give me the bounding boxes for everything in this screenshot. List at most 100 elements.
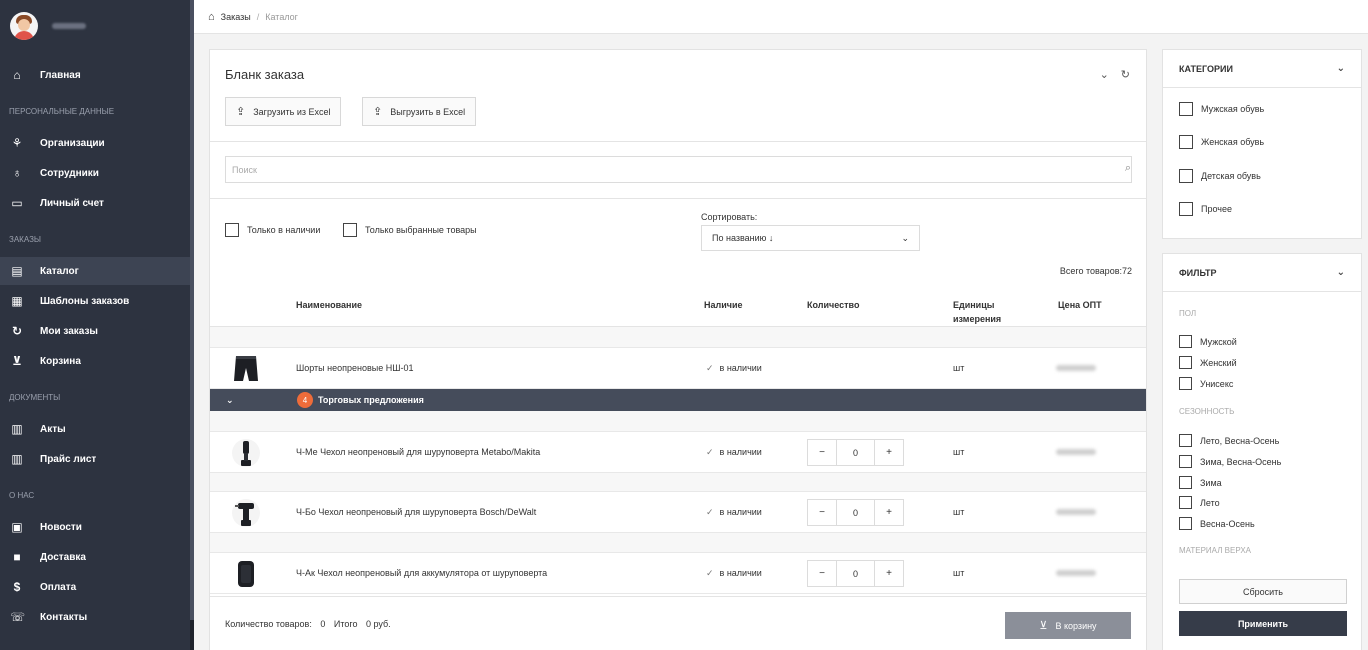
checkbox-box[interactable]: [1179, 356, 1192, 369]
sort-select[interactable]: По названию ↓ ⌄: [701, 225, 920, 251]
breadcrumb-separator: /: [256, 11, 260, 22]
categories-header[interactable]: КАТЕГОРИИ ⌄: [1163, 50, 1361, 88]
download-excel-button[interactable]: ⇪ Выгрузить в Excel: [362, 97, 477, 126]
table-row[interactable]: Шорты неопреновые НШ-01 ✓ в наличии шт: [210, 347, 1146, 389]
quantity-value[interactable]: 0: [836, 500, 875, 525]
quantity-value[interactable]: 0: [836, 561, 875, 586]
filter-item[interactable]: Лето, Весна-Осень: [1179, 434, 1279, 447]
only-in-stock-checkbox[interactable]: Только в наличии: [225, 223, 320, 237]
sidebar-item-label: Шаблоны заказов: [40, 295, 130, 307]
quantity-stepper[interactable]: − 0 +: [807, 499, 904, 526]
sidebar-item-delivery[interactable]: ■ Доставка: [0, 543, 190, 571]
checkbox-box[interactable]: [1179, 434, 1192, 447]
filter-item[interactable]: Весна-Осень: [1179, 517, 1255, 530]
checkbox-box[interactable]: [1179, 517, 1192, 530]
decrement-button[interactable]: −: [808, 440, 836, 465]
decrement-button[interactable]: −: [808, 500, 836, 525]
check-icon: ✓: [706, 447, 714, 457]
home-icon[interactable]: ⌂: [208, 11, 215, 23]
filter-item[interactable]: Зима: [1179, 476, 1222, 489]
breadcrumb-orders[interactable]: Заказы: [221, 12, 251, 22]
checkbox-box[interactable]: [343, 223, 357, 237]
price-blurred: [1056, 509, 1096, 515]
decrement-button[interactable]: −: [808, 561, 836, 586]
upload-excel-button[interactable]: ⇪ Загрузить из Excel: [225, 97, 342, 126]
sidebar-item-organizations[interactable]: ⚘ Организации: [0, 129, 190, 157]
product-name[interactable]: Шорты неопреновые НШ-01: [296, 363, 414, 373]
table-row[interactable]: Ч-Ак Чехол неопреновый для аккумулятора …: [210, 552, 1146, 594]
sidebar-item-news[interactable]: ▣ Новости: [0, 513, 190, 541]
quantity-value[interactable]: 0: [836, 440, 875, 465]
offers-toggle-bar[interactable]: ⌄ 4 Торговых предложения: [210, 389, 1146, 411]
phone-icon: ☏: [10, 610, 26, 624]
table-row[interactable]: Ч-Ме Чехол неопреновый для шуруповерта M…: [210, 431, 1146, 473]
increment-button[interactable]: +: [875, 440, 903, 465]
divider: [210, 141, 1146, 142]
sidebar-item-payment[interactable]: $ Оплата: [0, 573, 190, 601]
filter-item[interactable]: Лето: [1179, 496, 1220, 509]
total-label: Итого: [333, 619, 358, 629]
filter-item[interactable]: Женский: [1179, 356, 1237, 369]
checkbox-box[interactable]: [1179, 169, 1193, 183]
category-item[interactable]: Мужская обувь: [1179, 102, 1264, 116]
sidebar-item-acts[interactable]: ▥ Акты: [0, 415, 190, 443]
sidebar-section-personal: ПЕРСОНАЛЬНЫЕ ДАННЫЕ: [9, 107, 115, 116]
sidebar-item-home[interactable]: ⌂ Главная: [0, 61, 190, 89]
sidebar-item-catalog[interactable]: ▤ Каталог: [0, 257, 190, 285]
checkbox-box[interactable]: [1179, 202, 1193, 216]
product-name[interactable]: Ч-Ак Чехол неопреновый для аккумулятора …: [296, 568, 547, 578]
sidebar-item-label: Прайс лист: [40, 453, 97, 465]
add-to-cart-button[interactable]: ⊻ В корзину: [1005, 612, 1131, 639]
sidebar-item-cart[interactable]: ⊻ Корзина: [0, 347, 190, 375]
table-row[interactable]: Ч-Бо Чехол неопреновый для шуруповерта B…: [210, 491, 1146, 533]
chevron-down-icon[interactable]: ⌄: [1100, 68, 1109, 81]
product-name[interactable]: Ч-Бо Чехол неопреновый для шуруповерта B…: [296, 507, 536, 517]
filter-item[interactable]: Унисекс: [1179, 377, 1233, 390]
filter-actions: Сбросить Применить: [1162, 564, 1362, 650]
category-item[interactable]: Детская обувь: [1179, 169, 1261, 183]
sidebar-item-employees[interactable]: ♁ Сотрудники: [0, 159, 190, 187]
checkbox-box[interactable]: [1179, 476, 1192, 489]
quantity-stepper[interactable]: − 0 +: [807, 560, 904, 587]
category-item[interactable]: Прочее: [1179, 202, 1232, 216]
reset-button[interactable]: Сбросить: [1179, 579, 1347, 604]
checkbox-box[interactable]: [1179, 496, 1192, 509]
sidebar-scrollbar[interactable]: [190, 0, 194, 650]
chevron-down-icon[interactable]: ⌄: [226, 395, 234, 406]
apply-button[interactable]: Применить: [1179, 611, 1347, 636]
checkbox-box[interactable]: [1179, 135, 1193, 149]
filter-item[interactable]: Мужской: [1179, 335, 1237, 348]
checkbox-box[interactable]: [1179, 377, 1192, 390]
filter-item[interactable]: Зима, Весна-Осень: [1179, 455, 1281, 468]
search-icon[interactable]: ⌕: [1125, 162, 1131, 175]
quantity-stepper[interactable]: − 0 +: [807, 439, 904, 466]
sidebar: ⌂ Главная ПЕРСОНАЛЬНЫЕ ДАННЫЕ ⚘ Организа…: [0, 0, 194, 650]
sidebar-item-account[interactable]: ▭ Личный счет: [0, 189, 190, 217]
refresh-icon[interactable]: ↻: [1121, 68, 1130, 81]
sidebar-item-templates[interactable]: ▦ Шаблоны заказов: [0, 287, 190, 315]
user-profile[interactable]: [10, 12, 86, 40]
checkbox-box[interactable]: [1179, 455, 1192, 468]
checkbox-box[interactable]: [1179, 335, 1192, 348]
order-form-panel: Бланк заказа ⌄ ↻ ⇪ Загрузить из Excel ⇪ …: [209, 49, 1147, 650]
sidebar-item-my-orders[interactable]: ↻ Мои заказы: [0, 317, 190, 345]
unit: шт: [953, 363, 965, 373]
home-icon: ⌂: [13, 68, 21, 82]
increment-button[interactable]: +: [875, 561, 903, 586]
search-input[interactable]: [225, 156, 1132, 183]
sidebar-item-price-list[interactable]: ▥ Прайс лист: [0, 445, 190, 473]
availability-text: в наличии: [719, 507, 762, 517]
filter-header[interactable]: ФИЛЬТР ⌄: [1163, 254, 1361, 292]
add-to-cart-label: В корзину: [1055, 620, 1097, 631]
avatar[interactable]: [10, 12, 38, 40]
chevron-down-icon[interactable]: ⌄: [1337, 63, 1345, 74]
sidebar-item-contacts[interactable]: ☏ Контакты: [0, 603, 190, 631]
only-selected-checkbox[interactable]: Только выбранные товары: [343, 223, 477, 237]
checkbox-box[interactable]: [225, 223, 239, 237]
category-item[interactable]: Женская обувь: [1179, 135, 1264, 149]
increment-button[interactable]: +: [875, 500, 903, 525]
checkbox-box[interactable]: [1179, 102, 1193, 116]
col-header-name: Наименование: [296, 300, 363, 310]
chevron-down-icon[interactable]: ⌄: [1337, 267, 1345, 278]
product-name[interactable]: Ч-Ме Чехол неопреновый для шуруповерта M…: [296, 447, 540, 457]
